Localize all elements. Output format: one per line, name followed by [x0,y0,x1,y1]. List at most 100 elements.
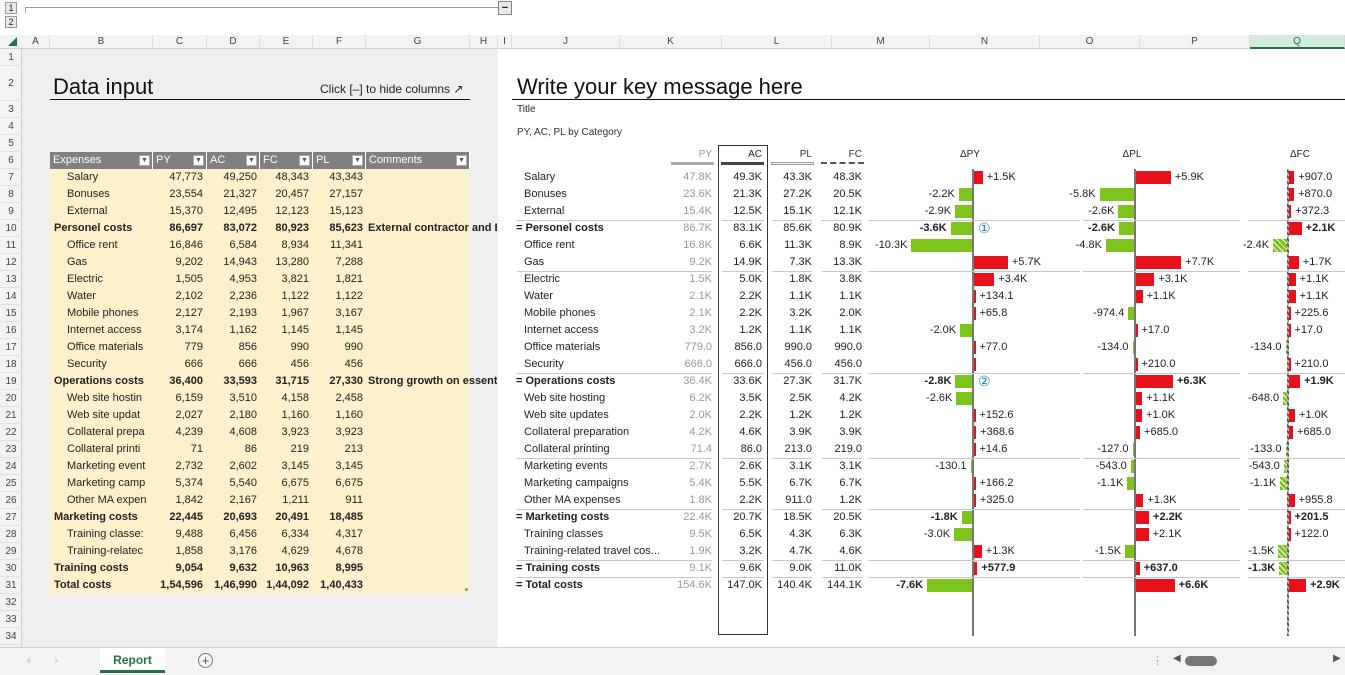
expense-py-value[interactable]: 16,846 [151,237,203,254]
expense-fc-value[interactable]: 3,923 [257,424,309,441]
expense-pl-value[interactable]: 1,122 [311,288,363,305]
row-header-29[interactable]: 29 [0,543,22,560]
expense-pl-value[interactable]: 85,623 [311,220,363,237]
expense-fc-value[interactable]: 20,491 [257,509,309,526]
expense-pl-value[interactable]: 6,675 [311,475,363,492]
expense-ac-value[interactable]: 12,495 [205,203,257,220]
expense-label[interactable]: Web site hostin [67,390,153,407]
row-header-2[interactable]: 2 [0,66,22,101]
column-header-N[interactable]: N [930,35,1040,49]
expense-py-value[interactable]: 9,054 [151,560,203,577]
expense-pl-value[interactable]: 4,678 [311,543,363,560]
scroll-right-icon[interactable]: ▶ [1333,653,1341,664]
outline-level-2-button[interactable]: 2 [5,16,17,28]
expense-py-value[interactable]: 779 [151,339,203,356]
expense-ac-value[interactable]: 33,593 [205,373,257,390]
expense-ac-value[interactable]: 49,250 [205,169,257,186]
row-header-17[interactable]: 17 [0,339,22,356]
row-header-11[interactable]: 11 [0,237,22,254]
expense-label[interactable]: Training classe: [67,526,153,543]
expense-label[interactable]: Security [67,356,153,373]
expense-ac-value[interactable]: 14,943 [205,254,257,271]
expense-fc-value[interactable]: 6,334 [257,526,309,543]
row-header-30[interactable]: 30 [0,560,22,577]
expense-label[interactable]: Personel costs [54,220,153,237]
column-header-B[interactable]: B [50,35,153,49]
expense-py-value[interactable]: 1,54,596 [151,577,203,594]
expense-ac-value[interactable]: 2,602 [205,458,257,475]
column-header-G[interactable]: G [366,35,470,49]
column-header-F[interactable]: F [313,35,366,49]
expense-comment[interactable]: External contractor and Bo [368,220,497,237]
expense-pl-value[interactable]: 1,145 [311,322,363,339]
scroll-left-icon[interactable]: ◀ [1173,653,1181,664]
expense-ac-value[interactable]: 6,456 [205,526,257,543]
expense-fc-value[interactable]: 1,967 [257,305,309,322]
row-header-18[interactable]: 18 [0,356,22,373]
select-all-corner[interactable] [8,37,17,46]
expense-label[interactable]: Gas [67,254,153,271]
expense-py-value[interactable]: 36,400 [151,373,203,390]
expense-pl-value[interactable]: 8,995 [311,560,363,577]
column-header-Q[interactable]: Q [1250,35,1345,49]
expense-pl-value[interactable]: 3,923 [311,424,363,441]
column-header-O[interactable]: O [1040,35,1140,49]
row-header-31[interactable]: 31 [0,577,22,594]
expense-fc-value[interactable]: 1,211 [257,492,309,509]
splitter-handle[interactable]: ⋮ [1152,654,1163,667]
row-header-6[interactable]: 6 [0,152,22,169]
sheet-tab-report[interactable]: Report [100,648,165,673]
expense-py-value[interactable]: 2,027 [151,407,203,424]
row-header-13[interactable]: 13 [0,271,22,288]
expense-ac-value[interactable]: 5,540 [205,475,257,492]
collapse-group-button[interactable]: − [498,1,512,15]
column-header-M[interactable]: M [832,35,930,49]
expense-pl-value[interactable]: 213 [311,441,363,458]
expense-pl-value[interactable]: 1,821 [311,271,363,288]
column-header-A[interactable]: A [22,35,50,49]
row-header-25[interactable]: 25 [0,475,22,492]
expense-fc-value[interactable]: 1,160 [257,407,309,424]
row-header-10[interactable]: 10 [0,220,22,237]
expense-py-value[interactable]: 22,445 [151,509,203,526]
expense-py-value[interactable]: 1,505 [151,271,203,288]
row-header-20[interactable]: 20 [0,390,22,407]
expenses-filter-dropdown[interactable]: ▼ [139,155,150,166]
expense-ac-value[interactable]: 2,167 [205,492,257,509]
comments-filter-dropdown[interactable]: ▼ [456,155,467,166]
expense-py-value[interactable]: 666 [151,356,203,373]
column-header-K[interactable]: K [620,35,722,49]
row-header-4[interactable]: 4 [0,118,22,135]
expense-py-value[interactable]: 47,773 [151,169,203,186]
expense-ac-value[interactable]: 21,327 [205,186,257,203]
row-header-14[interactable]: 14 [0,288,22,305]
scroll-tabs-left-icon[interactable]: ‹ [27,653,31,667]
expense-ac-value[interactable]: 20,693 [205,509,257,526]
expense-fc-value[interactable]: 80,923 [257,220,309,237]
expense-pl-value[interactable]: 1,160 [311,407,363,424]
expense-ac-value[interactable]: 86 [205,441,257,458]
expense-label[interactable]: Operations costs [54,373,153,390]
expense-label[interactable]: Total costs [54,577,153,594]
expense-label[interactable]: Electric [67,271,153,288]
pl-filter-dropdown[interactable]: ▼ [352,155,363,166]
expense-ac-value[interactable]: 9,632 [205,560,257,577]
expense-label[interactable]: Water [67,288,153,305]
fc-filter-dropdown[interactable]: ▼ [299,155,310,166]
column-header-P[interactable]: P [1140,35,1250,49]
expense-fc-value[interactable]: 13,280 [257,254,309,271]
expense-py-value[interactable]: 3,174 [151,322,203,339]
expense-py-value[interactable]: 23,554 [151,186,203,203]
expense-label[interactable]: Collateral printi [67,441,153,458]
expense-ac-value[interactable]: 4,953 [205,271,257,288]
expense-fc-value[interactable]: 1,122 [257,288,309,305]
expense-label[interactable]: Training costs [54,560,153,577]
expense-ac-value[interactable]: 1,162 [205,322,257,339]
expense-ac-value[interactable]: 3,176 [205,543,257,560]
expense-fc-value[interactable]: 1,145 [257,322,309,339]
expense-ac-value[interactable]: 83,072 [205,220,257,237]
scroll-tabs-right-icon[interactable]: › [54,653,58,667]
expense-fc-value[interactable]: 456 [257,356,309,373]
py-filter-dropdown[interactable]: ▼ [193,155,204,166]
expense-pl-value[interactable]: 7,288 [311,254,363,271]
